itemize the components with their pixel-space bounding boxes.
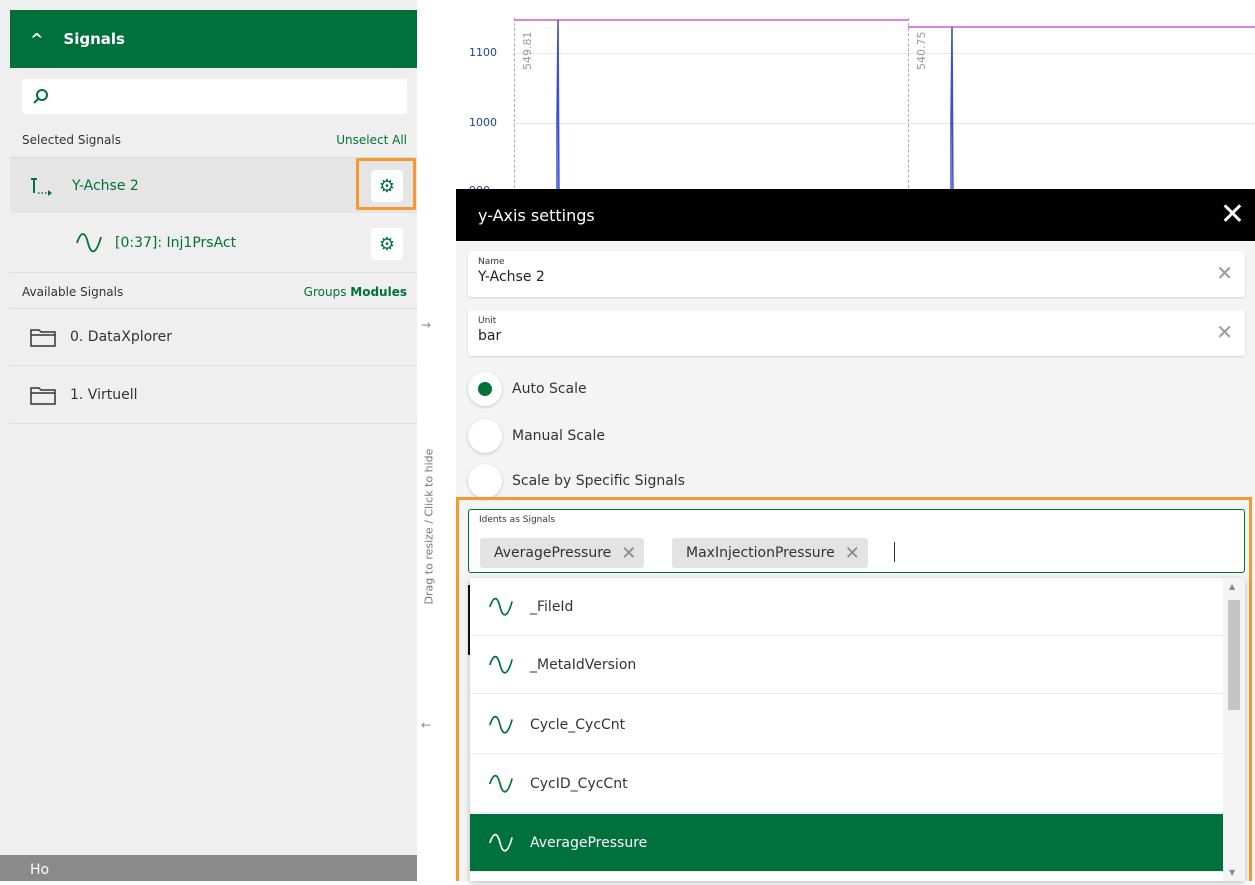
radio-label: Auto Scale [512,381,587,397]
signals-header[interactable]: ^ Signals [10,10,417,68]
unselect-all-link[interactable]: Unselect All [336,133,407,147]
unit-field-label: Unit [478,316,497,326]
gear-icon: ⚙ [378,233,396,255]
name-field-label: Name [478,257,505,267]
dropdown-item-label: _FileId [530,598,574,615]
radio-button[interactable] [468,464,502,498]
signals-panel: ^ Signals Selected Signals Unselect All … [0,0,417,881]
tab-modules[interactable]: Modules [350,285,407,299]
radio-auto-scale[interactable]: Auto Scale [468,371,587,407]
unit-field-value[interactable]: bar [478,328,1235,344]
dialog-title: y-Axis settings [478,205,595,225]
resize-handle[interactable]: → Drag to resize / Click to hide ← [417,310,441,750]
unit-field[interactable]: Unit bar ✕ [468,310,1245,356]
chart-plot [514,19,1255,200]
search-input[interactable] [50,81,407,112]
radio-label: Scale by Specific Signals [512,473,685,489]
folder-label: 0. DataXplorer [70,329,172,345]
scrollbar-thumb[interactable] [1228,600,1240,710]
chip-label: AveragePressure [494,545,612,561]
radio-manual-scale[interactable]: Manual Scale [468,418,605,454]
dialog-header: y-Axis settings ✕ [456,189,1255,241]
remove-chip-icon[interactable]: ✕ [621,543,636,564]
folder-item[interactable]: 0. DataXplorer [10,308,417,366]
signal-wave-icon [76,232,102,252]
signal-wave-icon [489,833,513,851]
scroll-down-icon[interactable]: ▼ [1229,868,1235,877]
ident-chip[interactable]: MaxInjectionPressure ✕ [672,538,868,568]
available-signals-row: Available Signals Groups Modules [10,280,417,304]
selected-signal-item[interactable]: [0:37]: Inj1PrsAct [10,213,417,273]
resize-hint: Drag to resize / Click to hide [422,448,436,605]
radio-button-selected[interactable] [468,372,502,406]
arrow-right-icon: → [421,318,432,332]
bottom-section-label: Ho [30,862,50,878]
signal-wave-icon [489,597,513,615]
available-signals-label: Available Signals [22,285,124,299]
arrow-left-icon: ← [421,718,432,732]
yaxis-settings-button[interactable]: ⚙ [371,170,403,202]
gear-icon: ⚙ [378,175,396,197]
dropdown-item-label: AveragePressure [530,834,648,851]
ident-chip[interactable]: AveragePressure ✕ [480,538,645,568]
chevron-up-icon: ^ [30,29,44,49]
dropdown-item[interactable]: _FileId [470,578,1223,636]
signals-title: Signals [63,30,125,48]
close-icon[interactable]: ✕ [1220,200,1245,230]
dropdown-item[interactable]: _MetaIdVersion [470,636,1223,694]
idents-label: Idents as Signals [479,515,556,525]
name-field-value[interactable]: Y-Achse 2 [478,269,1235,285]
radio-label: Manual Scale [512,428,605,444]
folder-label: 1. Virtuell [70,386,138,403]
clear-icon[interactable]: ✕ [1216,322,1233,342]
signal-wave-icon [489,655,513,673]
search-icon [33,88,48,104]
dropdown-item[interactable]: Cycle_CycCnt [470,696,1223,754]
signal-settings-button[interactable]: ⚙ [371,228,403,260]
selected-signals-label: Selected Signals [22,133,121,147]
yaxis-item-label: Y-Achse 2 [72,177,139,194]
series-line [556,19,560,200]
signal-item-label: [0:37]: Inj1PrsAct [115,234,237,251]
signal-wave-icon [489,715,513,733]
signals-dropdown[interactable]: _FileId _MetaIdVersion Cycle_CycCnt CycI… [470,578,1245,881]
radio-scale-by-signals[interactable]: Scale by Specific Signals [468,463,685,499]
clear-icon[interactable]: ✕ [1216,263,1233,283]
idents-input[interactable]: Idents as Signals AveragePressure ✕ MaxI… [468,509,1245,573]
dropdown-item[interactable]: CycID_CycCnt [470,755,1223,813]
radio-button[interactable] [468,419,502,453]
folder-icon [30,329,56,347]
dropdown-item-selected[interactable]: AveragePressure [470,814,1223,872]
signal-wave-icon [489,774,513,792]
dropdown-item-label: Cycle_CycCnt [530,716,626,733]
name-field[interactable]: Name Y-Achse 2 ✕ [468,251,1245,297]
series-line [950,26,954,200]
folder-item[interactable]: 1. Virtuell [10,366,417,424]
dropdown-item-label: CycID_CycCnt [530,775,628,792]
folder-icon [30,386,56,405]
text-caret [894,542,895,562]
bottom-section-header[interactable]: Ho [0,855,417,881]
chip-label: MaxInjectionPressure [686,545,835,561]
tab-groups[interactable]: Groups [304,285,347,299]
scroll-up-icon[interactable]: ▲ [1229,582,1235,591]
dropdown-item-label: _MetaIdVersion [530,656,637,673]
dropdown-scrollbar[interactable]: ▲ ▼ [1223,578,1245,881]
search-box[interactable] [22,79,407,114]
axis-icon [31,177,52,196]
selected-signals-row: Selected Signals Unselect All [10,128,417,152]
remove-chip-icon[interactable]: ✕ [845,543,860,564]
